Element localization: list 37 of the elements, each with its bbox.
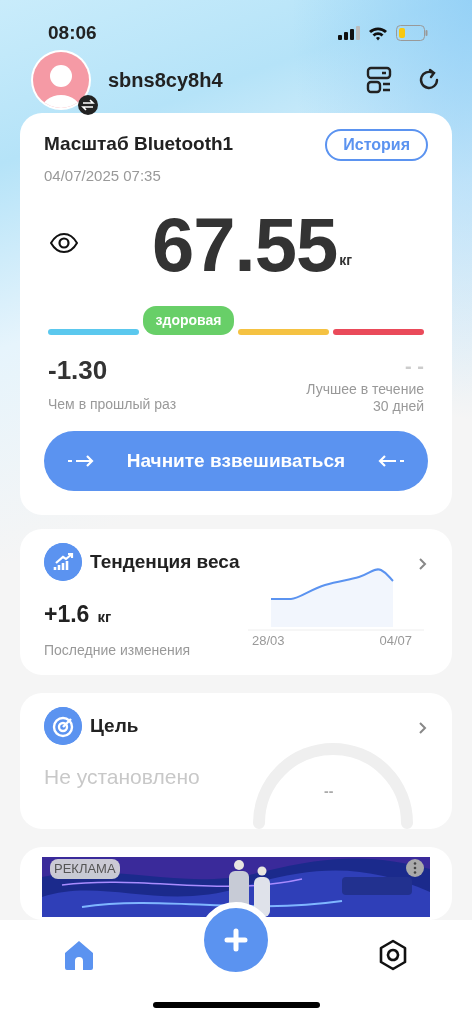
gauge-value: -- <box>324 782 334 802</box>
trend-value: +1.6 <box>44 600 90 630</box>
more-icon[interactable] <box>406 859 424 878</box>
home-icon[interactable] <box>62 938 96 972</box>
weight-value: 67.55 <box>152 207 338 284</box>
plus-icon <box>224 928 248 953</box>
trend-chart-icon <box>44 543 82 582</box>
change-value: -1.30 <box>48 354 109 388</box>
trend-unit: кг <box>97 607 112 628</box>
best-label: Лучшее в течение 30 дней <box>305 381 424 415</box>
scale-title: Масштаб Bluetooth1 <box>44 132 234 157</box>
trend-label: Последние изменения <box>44 640 192 660</box>
axis-label: 28/03 <box>252 632 285 651</box>
device-list-icon[interactable] <box>366 65 392 94</box>
signal-icon <box>338 26 360 41</box>
status-badge: здоровая <box>143 306 234 336</box>
eye-icon[interactable] <box>50 233 78 254</box>
avatar[interactable] <box>30 48 92 111</box>
arrow-left-icon <box>378 455 404 468</box>
battery-icon <box>396 25 428 42</box>
goal-title: Цель <box>90 713 139 738</box>
wifi-icon <box>368 25 388 41</box>
target-icon <box>44 707 82 746</box>
best-value: - - <box>405 354 424 380</box>
ad-label: РЕКЛАМА <box>50 859 120 879</box>
change-label: Чем в прошлый раз <box>48 395 177 415</box>
switch-icon[interactable] <box>78 94 98 115</box>
arrow-right-icon <box>68 455 94 468</box>
chevron-right-icon <box>418 557 428 572</box>
trend-title: Тенденция веса <box>90 549 240 574</box>
axis-label: 04/07 <box>379 632 412 651</box>
weight-trend-card[interactable]: Тенденция веса +1.6 кг Последние изменения 28/03 04/07 <box>20 529 452 676</box>
timestamp: 04/07/2025 07:35 <box>44 165 162 186</box>
username: sbns8cy8h4 <box>108 67 224 93</box>
status-time: 08:06 <box>48 21 97 46</box>
chevron-right-icon <box>418 721 428 736</box>
weight-unit: кг <box>339 251 353 271</box>
